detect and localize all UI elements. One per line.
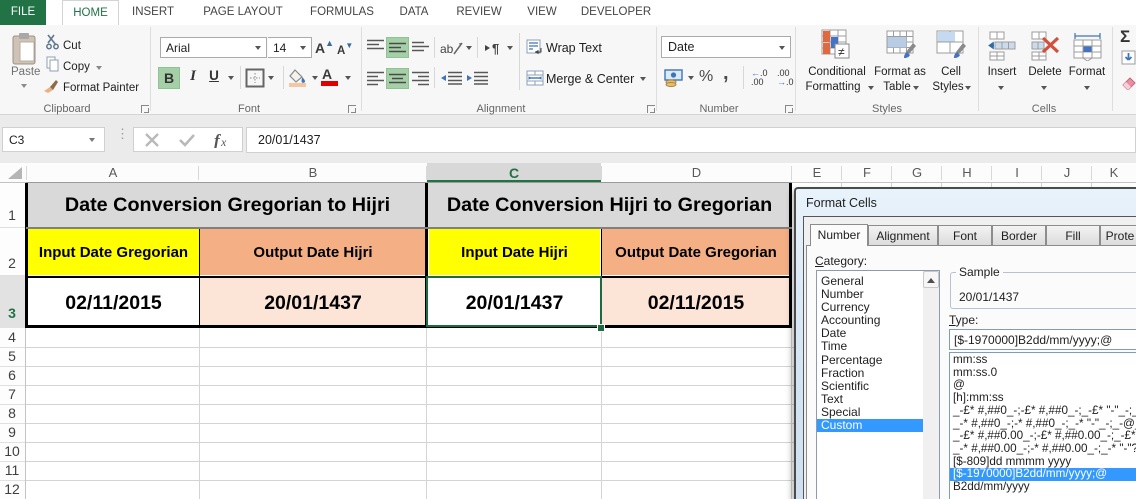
svg-text:≠: ≠ — [838, 45, 845, 59]
svg-text:¶: ¶ — [492, 41, 499, 55]
svg-text:ab: ab — [440, 42, 454, 56]
svg-text:x: x — [220, 135, 227, 148]
